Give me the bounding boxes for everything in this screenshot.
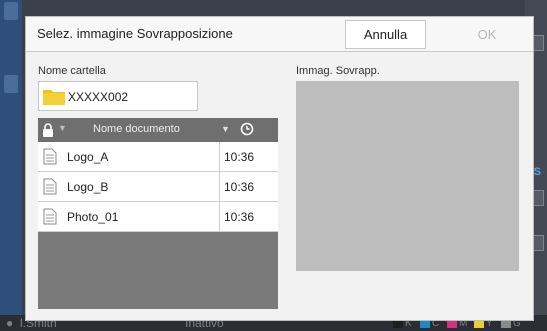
left-panel [0, 0, 22, 331]
list-item[interactable]: Logo_A 10:36 [38, 142, 278, 172]
side-tab-icon [4, 2, 18, 20]
preview-label: Immag. Sovrapp. [296, 65, 380, 77]
column-divider [219, 202, 220, 231]
document-time: 10:36 [224, 150, 255, 164]
user-icon: ● [6, 316, 14, 330]
dialog-title: Selez. immagine Sovrapposizione [37, 26, 233, 41]
document-icon [43, 148, 57, 165]
lock-icon[interactable] [42, 123, 54, 137]
document-name: Photo_01 [67, 210, 119, 224]
sort-down-icon[interactable]: ▼ [221, 124, 230, 134]
overlay-preview [296, 81, 519, 271]
document-name: Logo_B [67, 180, 109, 194]
document-icon [43, 208, 57, 225]
folder-name-label: Nome cartella [38, 65, 106, 77]
clock-icon[interactable] [240, 122, 254, 136]
column-divider [219, 142, 220, 171]
list-item[interactable]: Logo_B 10:36 [38, 172, 278, 202]
ok-button[interactable]: OK [441, 20, 533, 49]
document-icon [43, 178, 57, 195]
folder-icon [43, 90, 65, 105]
folder-selector[interactable]: XXXXX002 [38, 81, 198, 111]
cancel-button[interactable]: Annulla [345, 20, 426, 49]
column-document-name[interactable]: Nome documento [93, 123, 180, 135]
list-header: ▼ Nome documento ▼ [38, 118, 278, 142]
side-tab-icon [4, 75, 18, 93]
side-letter-icon: S [533, 166, 541, 178]
sort-indicator-icon: ▼ [58, 123, 67, 133]
dialog-header: Selez. immagine Sovrapposizione Annulla … [26, 17, 533, 52]
list-item[interactable]: Photo_01 10:36 [38, 202, 278, 232]
document-time: 10:36 [224, 210, 255, 224]
column-divider [219, 172, 220, 201]
overlay-select-dialog: Selez. immagine Sovrapposizione Annulla … [25, 16, 534, 321]
document-name: Logo_A [67, 150, 109, 164]
document-time: 10:36 [224, 180, 255, 194]
folder-name-value: XXXXX002 [68, 90, 129, 104]
document-list: ▼ Nome documento ▼ Logo_A 10:36 Logo_B 1… [38, 118, 278, 309]
